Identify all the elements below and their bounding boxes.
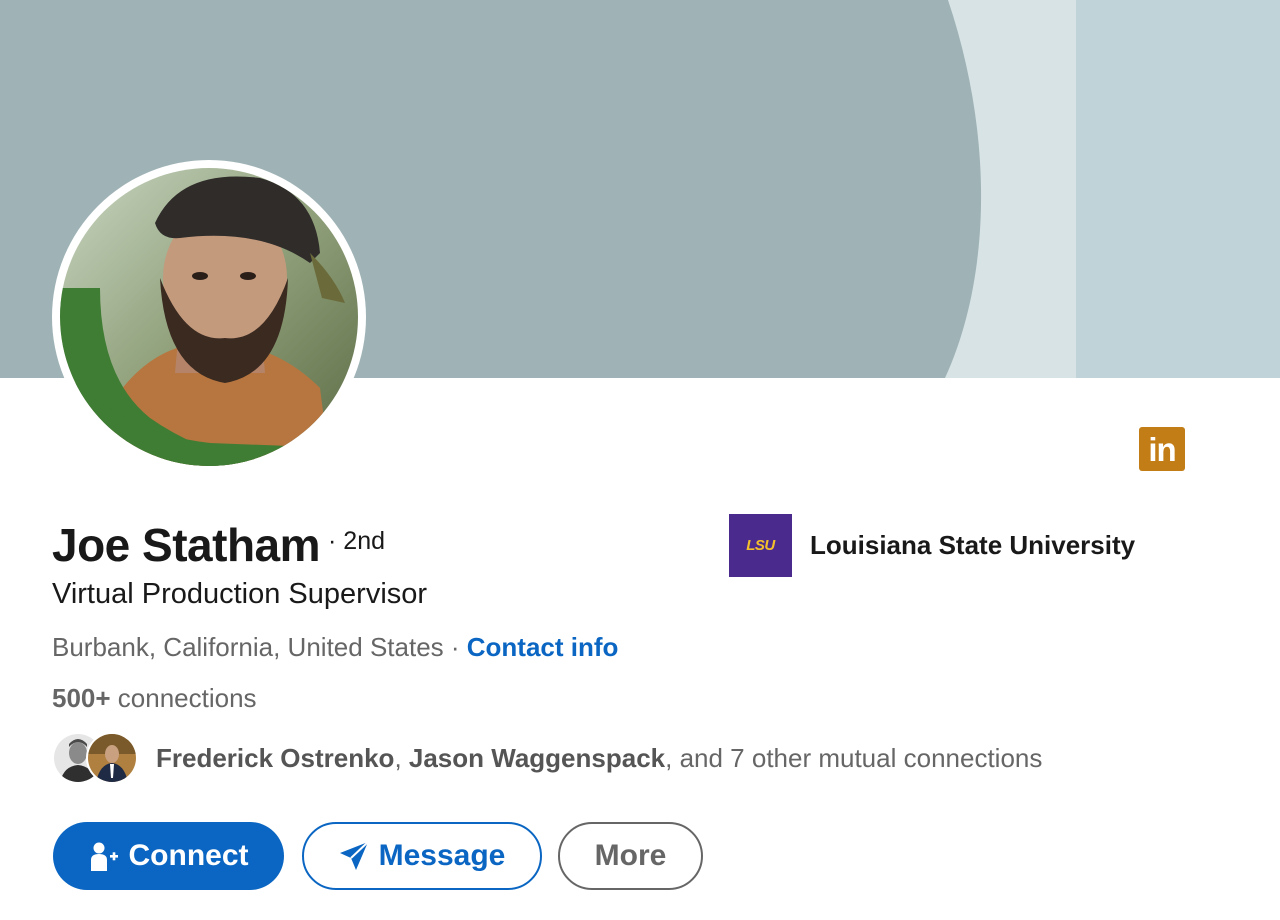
connect-label: Connect [128,839,249,872]
name-row: Joe Statham · 2nd [52,518,385,572]
profile-photo-image [60,168,358,466]
mutual-avatars [52,730,144,786]
contact-info-link[interactable]: Contact info [467,632,619,662]
mutual-name-1: Frederick Ostrenko [156,742,395,773]
connection-degree: · 2nd [328,527,386,555]
message-label: Message [378,839,506,872]
linkedin-logo-icon: in [1139,427,1185,471]
lsu-logo-icon: LSU [729,514,792,577]
mutual-separator: , [394,742,409,773]
message-button[interactable]: Message [302,822,542,890]
more-label: More [594,839,667,872]
mutual-name-2: Jason Waggenspack [408,742,666,773]
connections-number: 500+ [52,683,111,713]
education-link[interactable]: LSU Louisiana State University [729,514,1135,577]
profile-location: Burbank, California, United States [52,632,444,662]
mutual-avatar-2 [86,732,138,784]
connections-count[interactable]: 500+ connections [52,683,257,714]
edu-logo-text: LSU [746,537,775,554]
more-button[interactable]: More [558,822,703,890]
send-icon [339,841,369,871]
profile-name: Joe Statham [52,519,321,571]
education-name: Louisiana State University [810,530,1136,560]
mutual-connections[interactable]: Frederick Ostrenko, Jason Waggenspack, a… [52,730,1042,786]
badge-text: in [1148,430,1176,468]
mutual-rest: , and 7 other mutual connections [665,742,1043,773]
person-add-icon [89,841,119,871]
mutual-connections-text: Frederick Ostrenko, Jason Waggenspack, a… [156,743,1042,774]
location-separator: · [443,632,467,662]
location-row: Burbank, California, United States · Con… [52,632,618,663]
profile-photo[interactable] [52,160,366,474]
connections-label: connections [110,683,257,713]
connect-button[interactable]: Connect [53,822,284,890]
profile-headline: Virtual Production Supervisor [52,578,428,610]
